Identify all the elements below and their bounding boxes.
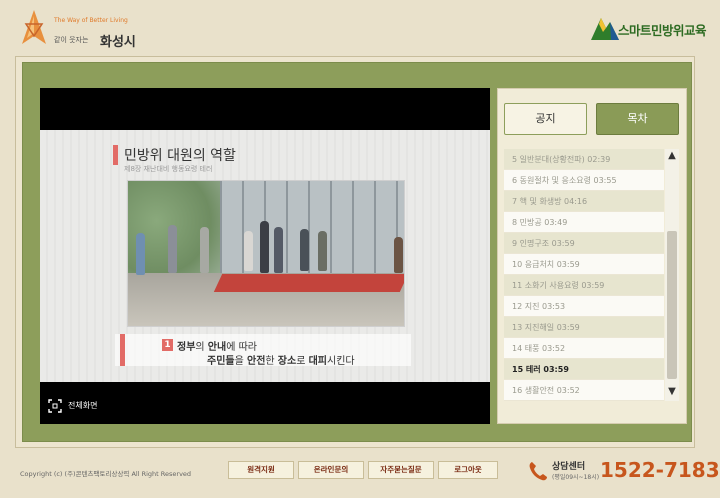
- toc-scrollbar[interactable]: ▲ ▼: [665, 149, 679, 401]
- header: The Way of Better Living 같이 웃자는 화성시 스마트민…: [0, 0, 720, 58]
- toc-item[interactable]: 8 민방공 03:49: [504, 212, 664, 233]
- toc-item[interactable]: 9 인명구조 03:59: [504, 233, 664, 254]
- fullscreen-icon: [48, 399, 62, 413]
- logout-button[interactable]: 로그아웃: [438, 461, 498, 479]
- person-figure: [318, 231, 327, 271]
- toc-item[interactable]: 11 소화기 사용요령 03:59: [504, 275, 664, 296]
- faq-button[interactable]: 자주묻는질문: [368, 461, 434, 479]
- toc-item[interactable]: 14 태풍 03:52: [504, 338, 664, 359]
- scroll-up-icon[interactable]: ▲: [665, 149, 679, 163]
- person-figure: [300, 229, 309, 271]
- person-figure: [244, 231, 253, 271]
- toc-item[interactable]: 16 생활안전 03:52: [504, 380, 664, 401]
- toc-item[interactable]: 12 지진 03:53: [504, 296, 664, 317]
- mountain-logo-icon: [591, 18, 619, 40]
- smart-civil-defense-logo[interactable]: 스마트민방위교육: [590, 12, 716, 44]
- toc-item[interactable]: 6 동원절차 및 응소요령 03:55: [504, 170, 664, 191]
- slide-caption: 1 정부의 안내에 따라 주민들을 안전한 장소로 대피시킨다: [115, 334, 411, 367]
- logo-city-name: 화성시: [100, 35, 136, 50]
- caption-number: 1: [162, 339, 173, 351]
- slide-subtitle: 제8장 재난대비 행동요령 테러: [124, 165, 213, 173]
- person-figure: [274, 227, 283, 273]
- tab-table-of-contents[interactable]: 목차: [596, 103, 679, 135]
- tab-notice[interactable]: 공지: [504, 103, 587, 135]
- person-figure: [394, 237, 403, 273]
- copyright-text: Copyright (c) (주)콘텐츠팩토리상상력 All Right Res…: [20, 470, 192, 478]
- person-figure: [168, 225, 177, 273]
- help-center: 상담센터 (평일09시~18시) 1522-7183: [528, 458, 720, 488]
- scrollbar-thumb[interactable]: [667, 231, 677, 379]
- fullscreen-label: 전체화면: [68, 401, 98, 410]
- logo-slogan: 같이 웃자는: [54, 36, 89, 44]
- hwaseong-logo[interactable]: The Way of Better Living 같이 웃자는 화성시: [18, 8, 158, 50]
- lecture-slide: 민방위 대원의 역할 제8장 재난대비 행동요령 테러 1 정부의 안내에 따라…: [40, 130, 490, 382]
- scroll-down-icon[interactable]: ▼: [665, 385, 679, 399]
- evacuation-photo: [127, 180, 405, 327]
- toc-list: 5 일반분대(상황전파) 02:39 6 동원절차 및 응소요령 03:55 7 핵…: [504, 149, 664, 401]
- toc-item[interactable]: 7 핵 및 화생방 04:16: [504, 191, 664, 212]
- caption-line-2: 주민들을 안전한 장소로 대피시킨다: [207, 356, 355, 367]
- remote-support-button[interactable]: 원격지원: [228, 461, 294, 479]
- toc-item[interactable]: 5 일반분대(상황전파) 02:39: [504, 149, 664, 170]
- video-player[interactable]: 민방위 대원의 역할 제8장 재난대비 행동요령 테러 1 정부의 안내에 따라…: [40, 88, 490, 424]
- hwaseong-logo-icon: [22, 10, 46, 44]
- toc-item[interactable]: 13 지진해일 03:59: [504, 317, 664, 338]
- person-figure: [136, 233, 145, 275]
- logo-tagline: The Way of Better Living: [54, 17, 128, 24]
- toc-item[interactable]: 10 응급처치 03:59: [504, 254, 664, 275]
- person-figure: [260, 221, 269, 273]
- slide-title-marker: [113, 145, 118, 165]
- person-figure: [200, 227, 209, 273]
- side-panel: 공지 목차 5 일반분대(상황전파) 02:39 6 동원절차 및 응소요령 03…: [497, 88, 687, 424]
- help-center-hours: (평일09시~18시): [552, 474, 600, 481]
- online-inquiry-button[interactable]: 온라인문의: [298, 461, 364, 479]
- caption-line-1: 정부의 안내에 따라: [177, 342, 257, 353]
- phone-icon: [529, 462, 547, 481]
- logo-brand-text: 스마트민방위교육: [618, 23, 707, 38]
- help-center-label: 상담센터: [552, 462, 586, 472]
- toc-item[interactable]: 15 테러 03:59: [504, 359, 664, 380]
- slide-title: 민방위 대원의 역할: [124, 148, 236, 164]
- help-center-phone-number: 1522-7183: [600, 458, 720, 482]
